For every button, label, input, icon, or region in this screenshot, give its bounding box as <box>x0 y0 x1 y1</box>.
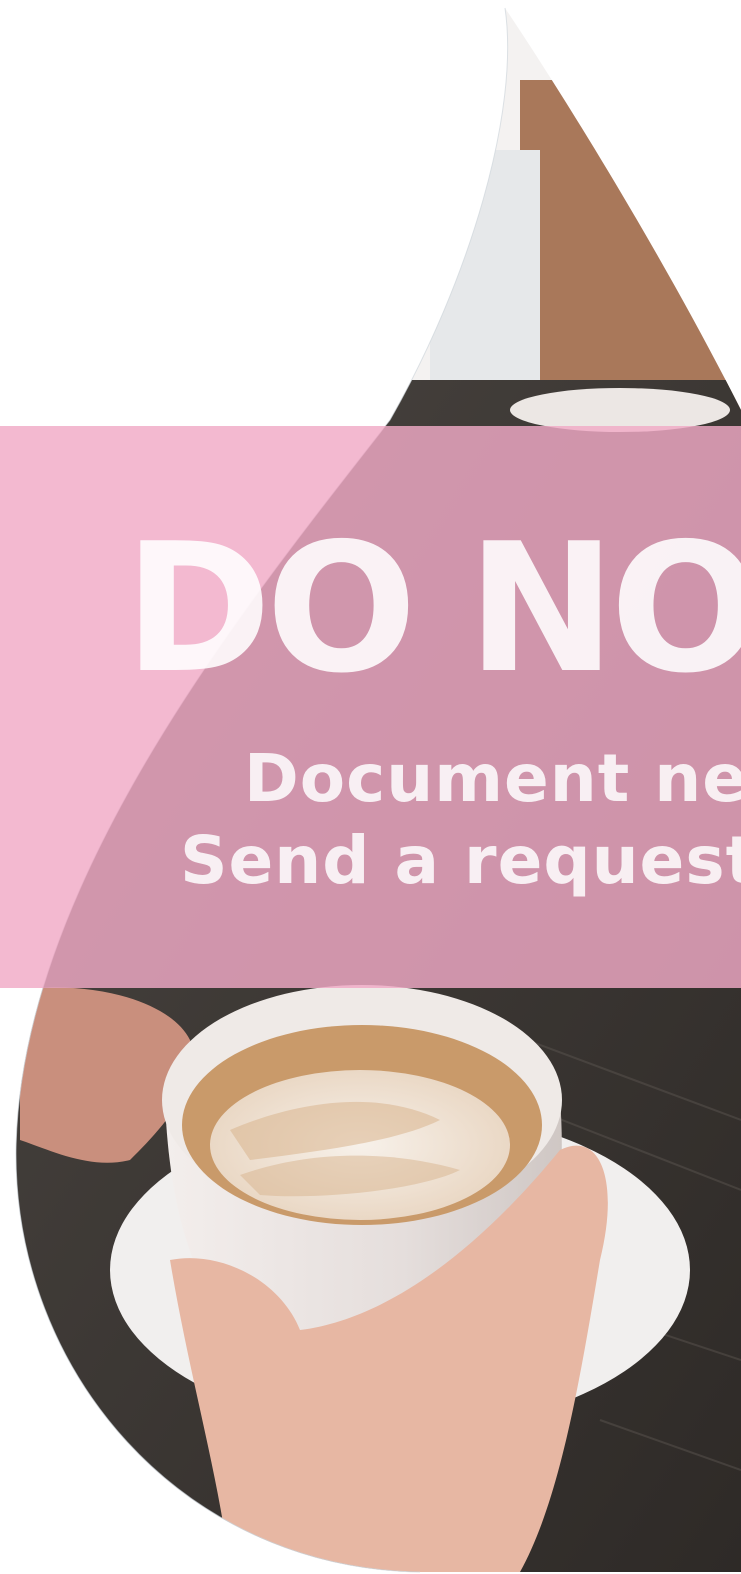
watermark-band <box>0 426 741 988</box>
